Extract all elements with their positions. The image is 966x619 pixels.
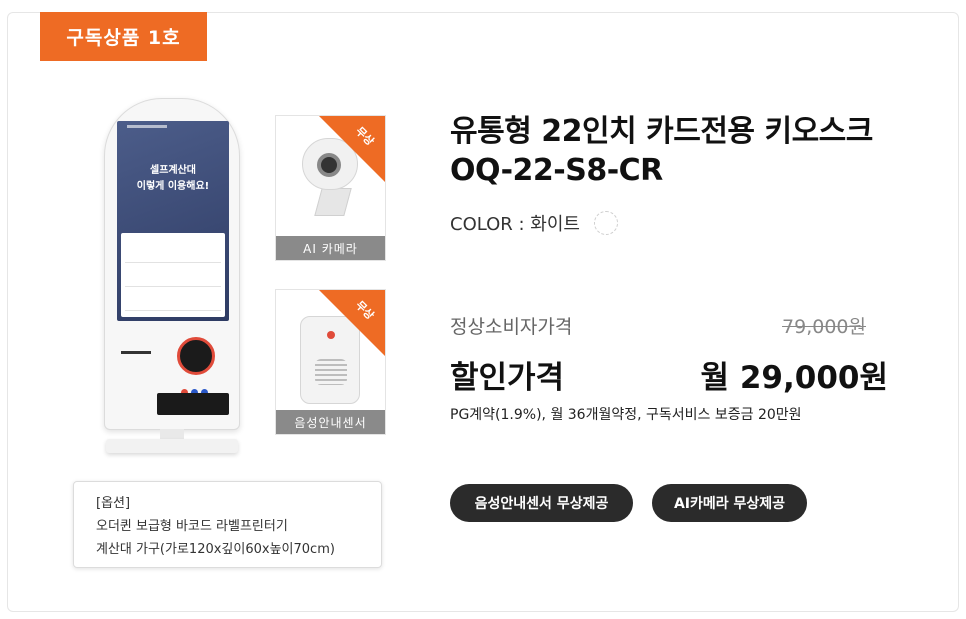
msrp-label: 정상소비자가격 xyxy=(450,316,573,338)
screen-menu-row xyxy=(125,239,221,263)
options-box: [옵션] 오더퀸 보급형 바코드 라벨프린터기 계산대 가구(가로120x깊이6… xyxy=(73,481,382,568)
msrp-value: 79,000원 xyxy=(782,316,866,338)
screen-logo xyxy=(127,125,167,128)
color-row: COLOR : 화이트 xyxy=(450,210,618,236)
camera-mount xyxy=(314,188,352,216)
product-model-number: OQ-22-S8-CR xyxy=(450,153,663,188)
ai-camera-free-button[interactable]: AI카메라 무상제공 xyxy=(652,484,807,522)
options-line-2: 계산대 가구(가로120x깊이60x높이70cm) xyxy=(96,542,335,557)
ai-camera-thumbnail: 무상 AI 카메라 xyxy=(275,115,386,261)
free-ribbon xyxy=(319,290,385,356)
kiosk-screen: 셀프계산대 이렇게 이용해요! xyxy=(117,121,229,321)
status-leds xyxy=(181,381,221,396)
kiosk-image: 셀프계산대 이렇게 이용해요! xyxy=(104,98,240,430)
screen-headline-line1: 셀프계산대 xyxy=(150,165,196,176)
free-ribbon xyxy=(319,116,385,182)
screen-menu-row xyxy=(125,287,221,311)
sale-price-label: 할인가격 xyxy=(450,360,565,396)
screen-menu-row xyxy=(125,263,221,287)
voice-sensor-label: 음성안내센서 xyxy=(276,410,385,434)
options-line-1: 오더퀸 보급형 바코드 라벨프린터기 xyxy=(96,519,288,534)
options-heading: [옵션] xyxy=(96,496,131,511)
receipt-printer xyxy=(157,393,229,415)
screen-menu-list xyxy=(121,233,225,317)
subscription-badge: 구독상품 1호 xyxy=(40,12,207,61)
sale-price-value: 월 29,000원 xyxy=(700,360,888,396)
contract-terms: PG계약(1.9%), 월 36개월약정, 구독서비스 보증금 20만원 xyxy=(450,407,802,423)
screen-headline-line2: 이렇게 이용해요! xyxy=(136,181,210,192)
voice-sensor-thumbnail: 무상 음성안내센서 xyxy=(275,289,386,435)
kiosk-stand xyxy=(104,429,240,453)
product-title-line1: 유통형 22인치 카드전용 키오스크 xyxy=(450,114,873,149)
voice-sensor-free-button[interactable]: 음성안내센서 무상제공 xyxy=(450,484,633,522)
card-reader xyxy=(177,337,215,375)
color-swatch[interactable] xyxy=(594,211,618,235)
ai-camera-label: AI 카메라 xyxy=(276,236,385,260)
screen-headline: 셀프계산대 이렇게 이용해요! xyxy=(117,163,229,195)
receipt-slot xyxy=(121,351,151,354)
product-title: 유통형 22인치 카드전용 키오스크 OQ-22-S8-CR xyxy=(450,112,873,190)
color-label: COLOR : 화이트 xyxy=(450,214,580,235)
speaker-grill xyxy=(315,359,347,385)
